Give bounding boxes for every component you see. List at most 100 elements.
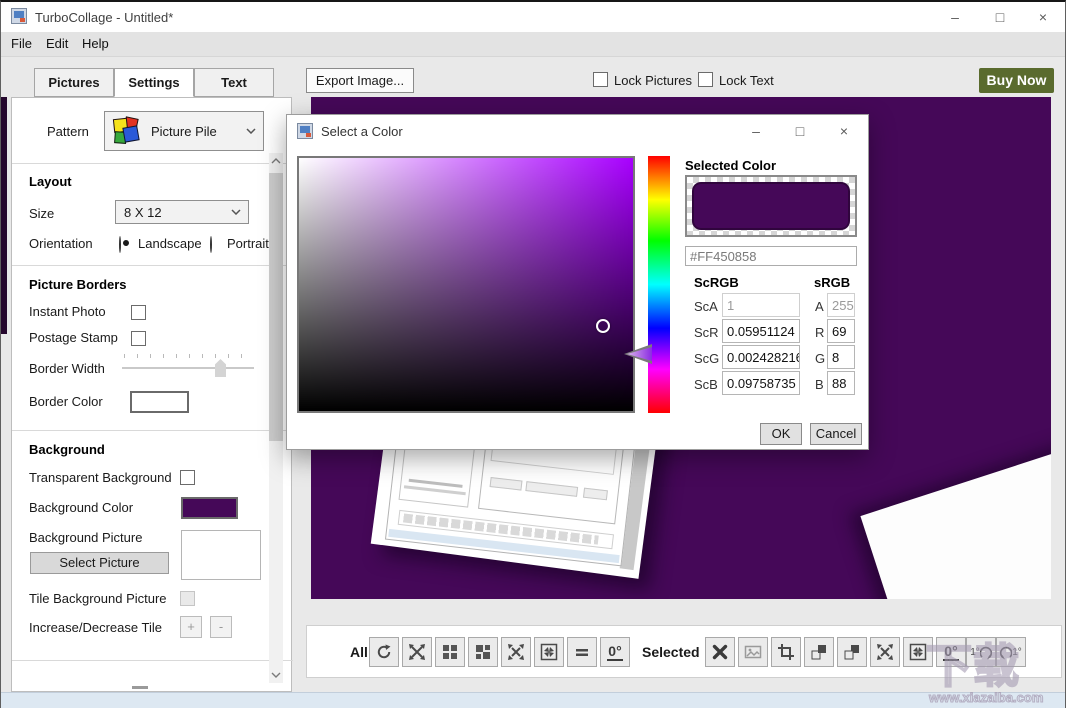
all-tools-label: All <box>350 644 368 660</box>
border-width-slider[interactable] <box>122 354 254 380</box>
scroll-up-icon[interactable] <box>271 158 281 164</box>
mosaic-layout-button[interactable] <box>468 637 498 667</box>
scr-input[interactable] <box>722 319 800 343</box>
menu-file[interactable]: File <box>11 36 32 51</box>
tab-settings[interactable]: Settings <box>114 68 194 97</box>
rotate-cw-button[interactable]: 1° <box>966 637 996 667</box>
tab-pictures[interactable]: Pictures <box>34 68 114 97</box>
divider <box>12 430 293 431</box>
app-icon <box>11 8 27 24</box>
maximize-button[interactable]: □ <box>980 4 1020 30</box>
lock-pictures-label: Lock Pictures <box>614 73 692 88</box>
buy-now-button[interactable]: Buy Now <box>979 68 1054 93</box>
enlarge-selected-button[interactable] <box>870 637 900 667</box>
scb-label: ScB <box>694 377 718 392</box>
tile-background-checkbox <box>180 591 195 606</box>
selected-color-fill <box>692 182 850 230</box>
enlarge-all-button[interactable] <box>501 637 531 667</box>
instant-photo-label: Instant Photo <box>29 304 129 319</box>
cancel-button[interactable]: Cancel <box>810 423 862 445</box>
crop-button[interactable] <box>771 637 801 667</box>
slider-thumb[interactable] <box>215 359 226 377</box>
selected-color-preview <box>685 175 857 237</box>
size-value: 8 X 12 <box>124 205 162 220</box>
selected-color-label: Selected Color <box>685 158 776 173</box>
tile-increase-button: + <box>180 616 202 638</box>
tab-text[interactable]: Text <box>194 68 274 97</box>
pattern-value: Picture Pile <box>151 124 217 139</box>
select-picture-button[interactable]: Select Picture <box>30 552 169 574</box>
b-label: B <box>815 377 824 392</box>
instant-photo-checkbox[interactable] <box>131 305 146 320</box>
pattern-dropdown[interactable]: Picture Pile <box>104 111 264 151</box>
layout-header: Layout <box>29 174 72 189</box>
srgb-header: sRGB <box>814 275 850 290</box>
border-color-swatch[interactable] <box>130 391 189 413</box>
size-dropdown[interactable]: 8 X 12 <box>115 200 249 224</box>
ok-button[interactable]: OK <box>760 423 802 445</box>
bring-forward-button[interactable] <box>804 637 834 667</box>
shuffle-all-button[interactable] <box>402 637 432 667</box>
rotate-ccw-button[interactable]: 1° <box>996 637 1026 667</box>
dialog-maximize-button[interactable]: □ <box>780 118 820 144</box>
chevron-down-icon <box>231 209 241 215</box>
equalize-sizes-button[interactable] <box>567 637 597 667</box>
mini-button <box>490 477 523 491</box>
grid-layout-button[interactable] <box>435 637 465 667</box>
a-input[interactable] <box>827 293 855 317</box>
panel-scrollbar[interactable] <box>269 153 283 683</box>
lock-pictures-checkbox[interactable] <box>593 72 608 87</box>
lock-text-checkbox[interactable] <box>698 72 713 87</box>
color-gradient-area[interactable] <box>297 156 635 413</box>
delete-selected-button[interactable] <box>705 637 735 667</box>
postage-stamp-checkbox[interactable] <box>131 331 146 346</box>
g-input[interactable] <box>827 345 855 369</box>
hue-bar[interactable] <box>648 156 670 413</box>
reset-rotation-all-button[interactable]: 0° <box>600 637 630 667</box>
scroll-down-icon[interactable] <box>271 672 281 678</box>
pattern-label: Pattern <box>47 124 89 139</box>
replace-image-button[interactable] <box>738 637 768 667</box>
mini-button <box>583 488 608 501</box>
dialog-close-button[interactable]: × <box>824 118 864 144</box>
shrink-all-button[interactable] <box>534 637 564 667</box>
b-input[interactable] <box>827 371 855 395</box>
border-color-label: Border Color <box>29 394 103 409</box>
scg-label: ScG <box>694 351 719 366</box>
orientation-label: Orientation <box>29 236 93 251</box>
rotate-all-button[interactable] <box>369 637 399 667</box>
a-label: A <box>815 299 824 314</box>
scrollbar-thumb[interactable] <box>269 173 283 441</box>
canvas-edge-sliver <box>1 97 7 334</box>
close-button[interactable]: × <box>1023 4 1063 30</box>
sca-label: ScA <box>694 299 718 314</box>
transparent-background-label: Transparent Background <box>29 470 177 485</box>
color-picker-marker[interactable] <box>596 319 610 333</box>
minimize-button[interactable]: – <box>935 4 975 30</box>
landscape-radio[interactable] <box>119 236 121 253</box>
divider <box>12 660 293 661</box>
background-color-label: Background Color <box>29 500 133 515</box>
dialog-minimize-button[interactable]: – <box>736 118 776 144</box>
transparent-background-checkbox[interactable] <box>180 470 195 485</box>
bottom-toolbar: All 0° Selected 0° 1° 1° <box>306 625 1062 678</box>
background-color-swatch[interactable] <box>181 497 238 519</box>
select-color-dialog: Select a Color – □ × Selected Color ScRG… <box>286 114 869 450</box>
scb-input[interactable] <box>722 371 800 395</box>
scg-input[interactable] <box>722 345 800 369</box>
r-input[interactable] <box>827 319 855 343</box>
sca-input[interactable] <box>722 293 800 317</box>
divider <box>12 265 293 266</box>
r-label: R <box>815 325 824 340</box>
hex-input[interactable] <box>685 246 857 266</box>
scrgb-header: ScRGB <box>694 275 739 290</box>
menu-help[interactable]: Help <box>82 36 109 51</box>
shrink-selected-button[interactable] <box>903 637 933 667</box>
send-backward-button[interactable] <box>837 637 867 667</box>
reset-rotation-selected-button[interactable]: 0° <box>936 637 966 667</box>
export-image-button[interactable]: Export Image... <box>306 68 414 93</box>
portrait-radio[interactable] <box>210 236 212 253</box>
tile-decrease-button: - <box>210 616 232 638</box>
menu-edit[interactable]: Edit <box>46 36 68 51</box>
size-label: Size <box>29 206 54 221</box>
